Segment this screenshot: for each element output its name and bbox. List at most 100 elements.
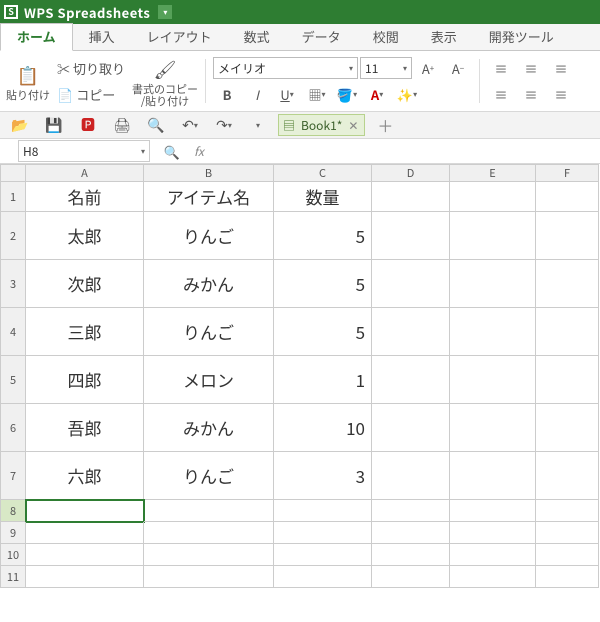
col-header-e[interactable]: E xyxy=(450,164,536,182)
qa-customize[interactable]: ▾ xyxy=(244,113,272,137)
font-color-button[interactable]: A▾ xyxy=(363,82,391,106)
font-select[interactable]: メイリオ▾ xyxy=(213,57,358,79)
tab-formula[interactable]: 数式 xyxy=(228,24,286,50)
align-top-button[interactable]: ≡ xyxy=(487,56,515,80)
bold-button[interactable]: B xyxy=(213,82,241,106)
cell[interactable]: 3 xyxy=(274,452,372,500)
cell[interactable]: 5 xyxy=(274,308,372,356)
align-middle-button[interactable]: ≡ xyxy=(517,56,545,80)
cell[interactable]: 数量 xyxy=(274,182,372,212)
cell[interactable] xyxy=(536,356,599,404)
tab-data[interactable]: データ xyxy=(286,24,357,50)
col-header-c[interactable]: C xyxy=(274,164,372,182)
cell[interactable] xyxy=(450,404,536,452)
row-header[interactable]: 9 xyxy=(0,522,26,544)
cell[interactable] xyxy=(144,522,274,544)
effects-button[interactable]: ✨▾ xyxy=(393,82,421,106)
undo-button[interactable]: ↶▾ xyxy=(176,113,204,137)
tab-home[interactable]: ホーム xyxy=(0,23,73,51)
align-center-button[interactable]: ≡ xyxy=(517,82,545,106)
row-header[interactable]: 2 xyxy=(0,212,26,260)
cell[interactable] xyxy=(372,356,450,404)
cell[interactable] xyxy=(536,404,599,452)
cell[interactable]: 四郎 xyxy=(26,356,144,404)
redo-button[interactable]: ↷▾ xyxy=(210,113,238,137)
cell[interactable] xyxy=(536,522,599,544)
cell[interactable] xyxy=(450,182,536,212)
cell[interactable]: 次郎 xyxy=(26,260,144,308)
cell[interactable] xyxy=(450,544,536,566)
name-box[interactable]: H8▾ xyxy=(18,140,150,162)
col-header-d[interactable]: D xyxy=(372,164,450,182)
open-icon[interactable]: 📂 xyxy=(6,113,34,137)
cell[interactable]: みかん xyxy=(144,404,274,452)
tab-insert[interactable]: 挿入 xyxy=(73,24,131,50)
align-bottom-button[interactable]: ≡ xyxy=(547,56,575,80)
cell[interactable] xyxy=(450,308,536,356)
align-left-button[interactable]: ≡ xyxy=(487,82,515,106)
underline-button[interactable]: U▾ xyxy=(273,82,301,106)
cell[interactable] xyxy=(536,182,599,212)
cell[interactable] xyxy=(144,566,274,588)
select-all-corner[interactable] xyxy=(0,164,26,182)
new-tab-button[interactable]: ＋ xyxy=(371,113,399,137)
cell[interactable] xyxy=(450,212,536,260)
cell[interactable] xyxy=(274,566,372,588)
copy-button[interactable]: 📄 コピー xyxy=(54,82,118,106)
cell[interactable]: アイテム名 xyxy=(144,182,274,212)
row-header[interactable]: 5 xyxy=(0,356,26,404)
tab-dev[interactable]: 開発ツール xyxy=(473,24,570,50)
cell[interactable]: りんご xyxy=(144,308,274,356)
cell[interactable] xyxy=(372,566,450,588)
cell[interactable] xyxy=(26,544,144,566)
cell[interactable] xyxy=(450,522,536,544)
cell[interactable]: りんご xyxy=(144,452,274,500)
cell[interactable] xyxy=(372,452,450,500)
cell[interactable] xyxy=(450,260,536,308)
row-header[interactable]: 4 xyxy=(0,308,26,356)
cell[interactable] xyxy=(372,404,450,452)
row-header[interactable]: 6 xyxy=(0,404,26,452)
row-header[interactable]: 7 xyxy=(0,452,26,500)
cell[interactable] xyxy=(536,544,599,566)
cell[interactable]: 5 xyxy=(274,212,372,260)
cell[interactable] xyxy=(536,212,599,260)
save-icon[interactable]: 💾 xyxy=(40,113,68,137)
app-menu-dropdown[interactable]: ▾ xyxy=(158,5,172,19)
font-size-select[interactable]: 11▾ xyxy=(360,57,412,79)
align-right-button[interactable]: ≡ xyxy=(547,82,575,106)
paste-button[interactable]: 📋 貼り付け xyxy=(6,61,50,101)
cell[interactable] xyxy=(372,212,450,260)
format-painter-button[interactable]: 🖌 書式のコピー/貼り付け xyxy=(132,55,198,107)
row-header[interactable]: 10 xyxy=(0,544,26,566)
cell[interactable]: みかん xyxy=(144,260,274,308)
cell[interactable] xyxy=(274,522,372,544)
cell[interactable] xyxy=(536,260,599,308)
italic-button[interactable]: I xyxy=(243,82,271,106)
row-header[interactable]: 1 xyxy=(0,182,26,212)
cell[interactable] xyxy=(144,544,274,566)
cell[interactable] xyxy=(372,308,450,356)
cell[interactable]: 1 xyxy=(274,356,372,404)
cell[interactable] xyxy=(536,566,599,588)
col-header-a[interactable]: A xyxy=(26,164,144,182)
cell[interactable] xyxy=(450,566,536,588)
fx-icon[interactable]: fx xyxy=(194,143,204,160)
cell[interactable] xyxy=(450,452,536,500)
fill-color-button[interactable]: 🪣▾ xyxy=(333,82,361,106)
col-header-b[interactable]: B xyxy=(144,164,274,182)
formula-input[interactable] xyxy=(212,141,600,161)
decrease-font-button[interactable]: A− xyxy=(444,56,472,80)
pdf-icon[interactable]: 🅿 xyxy=(74,113,102,137)
cell[interactable] xyxy=(450,356,536,404)
cell[interactable] xyxy=(26,522,144,544)
cell[interactable]: 名前 xyxy=(26,182,144,212)
document-tab[interactable]: ▤ Book1* ✕ xyxy=(278,114,365,136)
cell[interactable] xyxy=(26,566,144,588)
cell[interactable] xyxy=(372,522,450,544)
cell[interactable] xyxy=(372,260,450,308)
tab-layout[interactable]: レイアウト xyxy=(131,24,228,50)
cell[interactable]: 10 xyxy=(274,404,372,452)
fx-search-icon[interactable]: 🔍 xyxy=(158,139,186,163)
cell[interactable]: 5 xyxy=(274,260,372,308)
